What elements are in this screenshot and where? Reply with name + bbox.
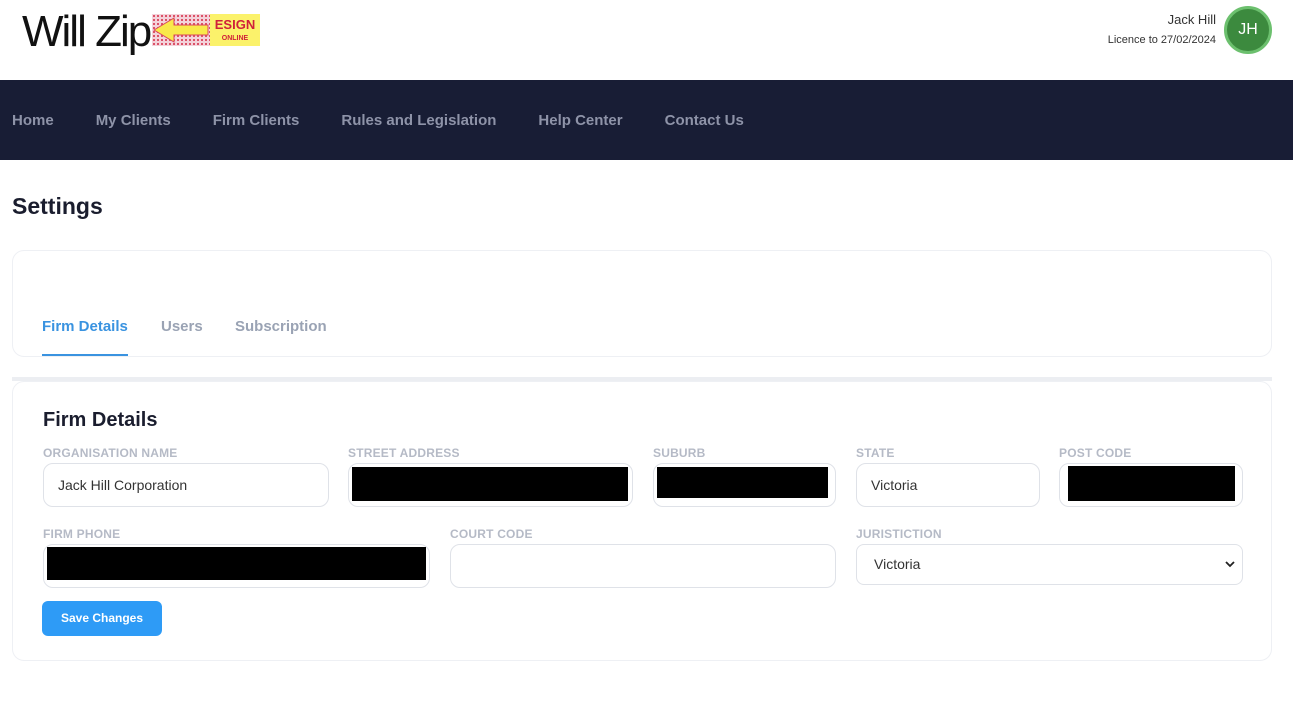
settings-tabs-card: Firm Details Users Subscription [12, 250, 1272, 357]
redacted-block [352, 467, 628, 501]
organisation-name-input[interactable]: Jack Hill Corporation [43, 463, 329, 507]
esign-online-badge[interactable]: ESIGN ONLINE [152, 14, 260, 46]
redacted-block [657, 467, 828, 498]
court-code-input[interactable] [450, 544, 836, 588]
suburb-label: SUBURB [653, 446, 706, 460]
firm-phone-label: FIRM PHONE [43, 527, 121, 541]
nav-item-rules-and-legislation[interactable]: Rules and Legislation [341, 112, 496, 129]
page-title: Settings [12, 193, 103, 219]
court-code-label: COURT CODE [450, 527, 533, 541]
juristiction-label: JURISTICTION [856, 527, 942, 541]
redacted-block [1068, 466, 1235, 501]
esign-label-box: ESIGN ONLINE [210, 14, 260, 46]
organisation-name-label: ORGANISATION NAME [43, 446, 178, 460]
tab-users[interactable]: Users [161, 318, 203, 335]
user-name: Jack Hill [1167, 12, 1216, 27]
post-code-label: POST CODE [1059, 446, 1132, 460]
online-label: ONLINE [221, 35, 249, 42]
tab-firm-details[interactable]: Firm Details [42, 318, 128, 335]
nav-item-home[interactable]: Home [12, 112, 54, 129]
esign-label: ESIGN [214, 17, 256, 32]
user-info: Jack Hill Licence to 27/02/2024 [1108, 12, 1216, 47]
juristiction-selected-value: Victoria [874, 556, 921, 572]
main-nav: Home My Clients Firm Clients Rules and L… [0, 80, 1293, 160]
avatar-initials: JH [1238, 21, 1258, 38]
save-changes-button[interactable]: Save Changes [42, 601, 162, 636]
nav-item-firm-clients[interactable]: Firm Clients [213, 112, 300, 129]
top-header: Will Zip ESIGN ONLINE Jack Hill Licence … [0, 0, 1293, 80]
section-title: Firm Details [43, 409, 158, 431]
chevron-down-icon [1225, 561, 1235, 568]
nav-item-contact-us[interactable]: Contact Us [665, 112, 744, 129]
arrow-left-icon [153, 17, 209, 43]
tab-subscription[interactable]: Subscription [235, 318, 327, 335]
licence-text: Licence to 27/02/2024 [1107, 34, 1216, 46]
active-tab-indicator [42, 354, 128, 356]
street-address-label: STREET ADDRESS [348, 446, 460, 460]
juristiction-select[interactable]: Victoria [856, 544, 1243, 585]
firm-details-card: Firm Details ORGANISATION NAME STREET AD… [12, 381, 1272, 661]
logo-text: Will Zip [22, 7, 152, 56]
nav-item-my-clients[interactable]: My Clients [96, 112, 171, 129]
app-logo[interactable]: Will Zip [22, 7, 152, 56]
nav-item-help-center[interactable]: Help Center [538, 112, 622, 129]
state-input[interactable]: Victoria [856, 463, 1040, 507]
redacted-block [47, 547, 426, 580]
avatar[interactable]: JH [1224, 6, 1272, 54]
state-label: STATE [856, 446, 895, 460]
